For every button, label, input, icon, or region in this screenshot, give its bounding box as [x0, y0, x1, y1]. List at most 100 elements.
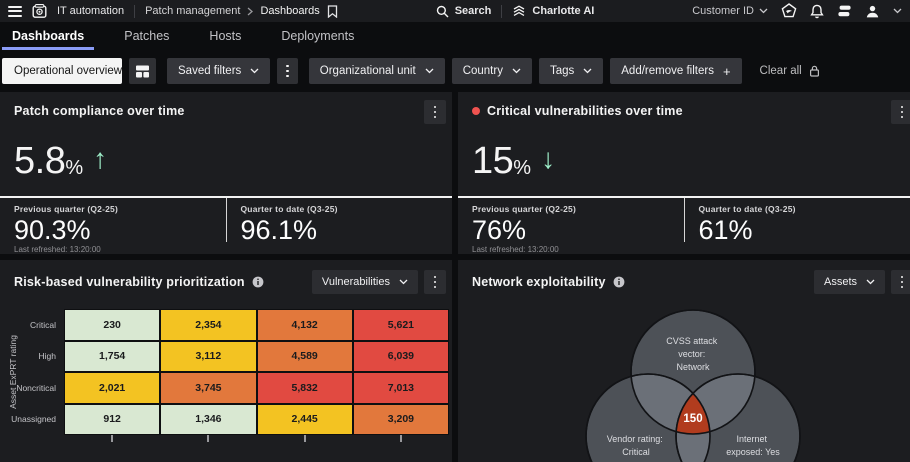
tags-label: Tags: [550, 65, 574, 77]
delta-value: 15: [472, 142, 513, 180]
search-icon: [436, 5, 449, 18]
panel-menu-button[interactable]: [424, 270, 446, 294]
panel-title: Patch compliance over time: [14, 104, 185, 118]
breadcrumb-dashboards[interactable]: Dashboards: [260, 5, 319, 17]
unit-selector-value: Assets: [824, 276, 857, 288]
stat-value: 61%: [699, 216, 910, 244]
trend-up-arrow-icon: ↑: [93, 142, 107, 176]
kebab-icon: [901, 276, 904, 289]
heatmap-cell[interactable]: 5,621: [353, 309, 449, 341]
app-name: IT automation: [57, 5, 124, 17]
stat-label: Quarter to date (Q3-25): [241, 204, 453, 214]
critical-status-dot-icon: [472, 107, 480, 115]
notifications-bell-icon[interactable]: [810, 4, 824, 19]
apps-stack-icon[interactable]: [837, 4, 852, 18]
heatmap-cell[interactable]: 2,021: [64, 372, 160, 404]
search-label: Search: [455, 5, 492, 17]
venn-diagram[interactable]: CVSS attack vector: Network 150 Vendor r…: [458, 296, 910, 462]
heatmap-cell[interactable]: 3,112: [160, 341, 256, 373]
tab-deployments[interactable]: Deployments: [279, 22, 356, 50]
dashboard-grid: Patch compliance over time 5.8 % ↑ Previ…: [0, 92, 910, 462]
heatmap-cell[interactable]: 230: [64, 309, 160, 341]
nav-divider: [501, 5, 502, 18]
add-remove-filters-label: Add/remove filters: [621, 65, 714, 77]
stat-value: 96.1%: [241, 216, 453, 244]
panel-menu-button[interactable]: [891, 100, 910, 124]
heatmap-cell[interactable]: 7,013: [353, 372, 449, 404]
heatmap-cell[interactable]: 4,132: [257, 309, 353, 341]
customer-id-dropdown[interactable]: Customer ID: [692, 5, 768, 17]
unit-selector-dropdown[interactable]: Assets: [814, 270, 885, 294]
heatmap-cell[interactable]: 1,346: [160, 404, 256, 436]
heatmap-chart: Asset ExPRT rating Critical 230 2,354 4,…: [0, 309, 452, 443]
it-automation-app-icon[interactable]: [32, 4, 47, 19]
delta-unit: %: [65, 157, 83, 180]
user-profile-icon[interactable]: [865, 4, 880, 19]
heatmap-cell[interactable]: 5,832: [257, 372, 353, 404]
country-label: Country: [463, 65, 503, 77]
charlotte-ai-button[interactable]: Charlotte AI: [512, 4, 594, 18]
delta-indicator: 15 % ↓: [472, 142, 910, 184]
kebab-icon: [434, 276, 437, 289]
panel-menu-button[interactable]: [891, 270, 910, 294]
clear-all-label: Clear all: [760, 65, 802, 77]
info-icon[interactable]: [613, 276, 625, 288]
tab-patches[interactable]: Patches: [122, 22, 171, 50]
tab-hosts[interactable]: Hosts: [207, 22, 243, 50]
tags-filter[interactable]: Tags: [539, 58, 603, 84]
stat-label: Previous quarter (Q2-25): [14, 204, 226, 214]
chevron-down-icon[interactable]: [893, 8, 902, 14]
stat-label: Quarter to date (Q3-25): [699, 204, 910, 214]
chevron-down-icon: [399, 279, 408, 285]
chevron-down-icon: [425, 68, 434, 74]
panel-critical-vulnerabilities: Critical vulnerabilities over time 15 % …: [458, 92, 910, 254]
nav-right-cluster: Customer ID: [692, 3, 902, 19]
panel-title: Risk-based vulnerability prioritization: [14, 275, 245, 289]
venn-center-value: 150: [683, 413, 702, 425]
stat-previous-quarter: Previous quarter (Q2-25) 76%: [458, 198, 684, 242]
filter-overflow-menu-button[interactable]: [277, 58, 298, 84]
nav-divider: [134, 5, 135, 18]
stat-quarter-to-date: Quarter to date (Q3-25) 61%: [684, 198, 910, 242]
bookmark-icon[interactable]: [327, 5, 338, 18]
plus-icon: +: [723, 64, 731, 79]
clear-all-button[interactable]: Clear all: [749, 58, 831, 84]
saved-filters-dropdown[interactable]: Saved filters: [167, 58, 270, 84]
heatmap-cell[interactable]: 3,209: [353, 404, 449, 436]
heatmap-cell[interactable]: 1,754: [64, 341, 160, 373]
chevron-right-icon: [247, 7, 253, 16]
lock-icon: [809, 65, 820, 77]
heatmap-y-axis-label: Asset ExPRT rating: [8, 335, 18, 409]
dashboard-layout-icon: [135, 64, 150, 79]
chevron-down-icon: [250, 68, 259, 74]
falcon-badge-icon[interactable]: [781, 3, 797, 19]
panel-menu-button[interactable]: [424, 100, 446, 124]
trend-down-arrow-icon: ↓: [541, 142, 555, 176]
breadcrumb-patch-management[interactable]: Patch management: [145, 5, 240, 17]
top-nav: IT automation Patch management Dashboard…: [0, 0, 910, 22]
unit-selector-dropdown[interactable]: Vulnerabilities: [312, 270, 418, 294]
stat-label: Previous quarter (Q2-25): [472, 204, 684, 214]
heatmap-cell[interactable]: 4,589: [257, 341, 353, 373]
customer-id-label: Customer ID: [692, 5, 754, 17]
dashboard-layout-button[interactable]: [129, 58, 156, 84]
country-filter[interactable]: Country: [452, 58, 532, 84]
tab-bar: Dashboards Patches Hosts Deployments: [0, 22, 910, 50]
kebab-icon: [286, 65, 289, 78]
search-button[interactable]: Search: [436, 5, 492, 18]
filter-bar: Operational overview Saved filters Organ…: [2, 58, 910, 84]
heatmap-cell[interactable]: 3,745: [160, 372, 256, 404]
heatmap-cell[interactable]: 912: [64, 404, 160, 436]
hamburger-menu-icon[interactable]: [8, 6, 22, 17]
info-icon[interactable]: [252, 276, 264, 288]
heatmap-cell[interactable]: 6,039: [353, 341, 449, 373]
view-select-dropdown[interactable]: Operational overview: [2, 58, 122, 84]
heatmap-cell[interactable]: 2,354: [160, 309, 256, 341]
breadcrumb: Patch management Dashboards: [145, 5, 338, 18]
tab-dashboards[interactable]: Dashboards: [10, 22, 86, 50]
kebab-icon: [434, 106, 437, 119]
add-remove-filters-button[interactable]: Add/remove filters +: [610, 58, 741, 84]
panel-title: Critical vulnerabilities over time: [487, 104, 683, 118]
heatmap-cell[interactable]: 2,445: [257, 404, 353, 436]
organizational-unit-filter[interactable]: Organizational unit: [309, 58, 445, 84]
